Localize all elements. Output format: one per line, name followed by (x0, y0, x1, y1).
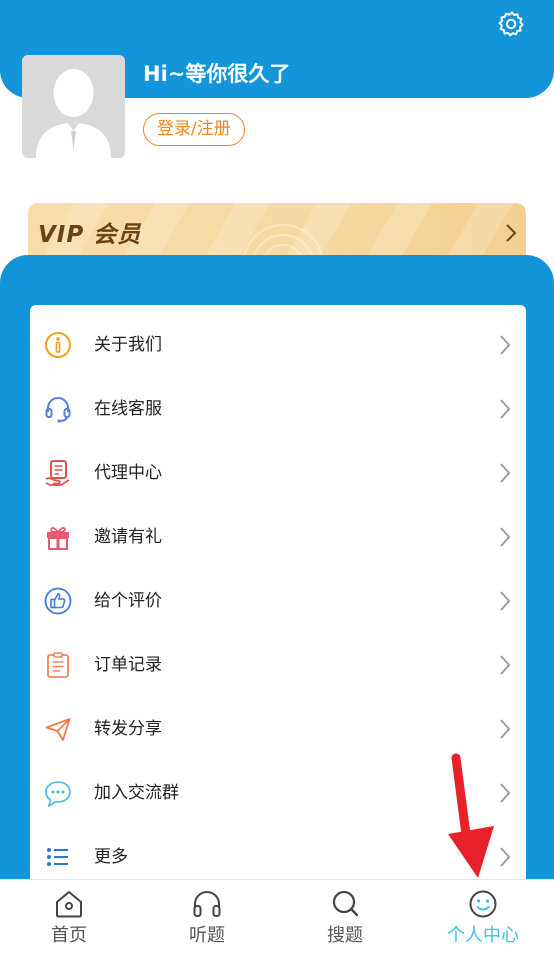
menu-item-invite-gift[interactable]: 邀请有礼 (30, 505, 526, 569)
tab-label: 首页 (51, 925, 87, 946)
chevron-right-icon (500, 847, 511, 867)
tab-label: 搜题 (327, 925, 363, 946)
list-icon (47, 848, 68, 866)
chevron-right-icon (500, 783, 511, 803)
menu-item-label: 关于我们 (94, 335, 162, 355)
menu-item-label: 在线客服 (94, 399, 162, 419)
chevron-right-icon (500, 591, 511, 611)
avatar[interactable] (22, 55, 125, 158)
menu-item-about-us[interactable]: 关于我们 (30, 313, 526, 377)
tab-label: 个人中心 (447, 925, 519, 946)
headphones-icon (193, 891, 221, 917)
home-icon (56, 891, 82, 918)
tab-personal-center[interactable]: 个人中心 (414, 880, 552, 953)
smile-icon (469, 890, 497, 918)
chevron-right-icon (500, 335, 511, 355)
order-list-icon (47, 652, 69, 678)
agent-icon (45, 460, 70, 486)
chevron-right-icon (500, 655, 511, 675)
vip-banner[interactable]: VIP 会员 (28, 203, 526, 263)
menu-item-agent-center[interactable]: 代理中心 (30, 441, 526, 505)
gear-icon[interactable] (498, 10, 526, 38)
annotation-arrow-icon (448, 753, 494, 878)
menu-item-label: 更多 (94, 847, 128, 867)
search-icon (332, 890, 359, 917)
thumbs-up-icon (44, 587, 72, 615)
menu-item-label: 邀请有礼 (94, 527, 162, 547)
gift-icon (47, 527, 69, 550)
chevron-right-icon (506, 224, 517, 242)
greeting-text: Hi~等你很久了 (143, 62, 291, 86)
chevron-right-icon (500, 527, 511, 547)
bottom-tab-bar: 首页 听题 搜题 个人中心 (0, 879, 554, 953)
tab-home[interactable]: 首页 (0, 880, 138, 953)
tab-label: 听题 (189, 925, 225, 946)
user-silhouette-icon (36, 69, 111, 158)
menu-item-online-service[interactable]: 在线客服 (30, 377, 526, 441)
vip-label: VIP 会员 (38, 222, 142, 248)
chevron-right-icon (500, 399, 511, 419)
menu-item-label: 转发分享 (94, 719, 162, 739)
menu-item-give-rating[interactable]: 给个评价 (30, 569, 526, 633)
menu-item-label: 加入交流群 (94, 783, 179, 803)
login-register-button[interactable]: 登录/注册 (143, 113, 245, 146)
menu-item-label: 代理中心 (94, 463, 162, 483)
headset-icon (45, 397, 71, 423)
menu-item-order-records[interactable]: 订单记录 (30, 633, 526, 697)
tab-search[interactable]: 搜题 (276, 880, 414, 953)
info-icon (45, 332, 71, 358)
chat-bubble-icon (45, 781, 71, 807)
menu-item-label: 订单记录 (94, 655, 162, 675)
tab-listen[interactable]: 听题 (138, 880, 276, 953)
chevron-right-icon (500, 719, 511, 739)
chevron-right-icon (500, 463, 511, 483)
menu-item-label: 给个评价 (94, 591, 162, 611)
paper-plane-icon (45, 718, 71, 741)
